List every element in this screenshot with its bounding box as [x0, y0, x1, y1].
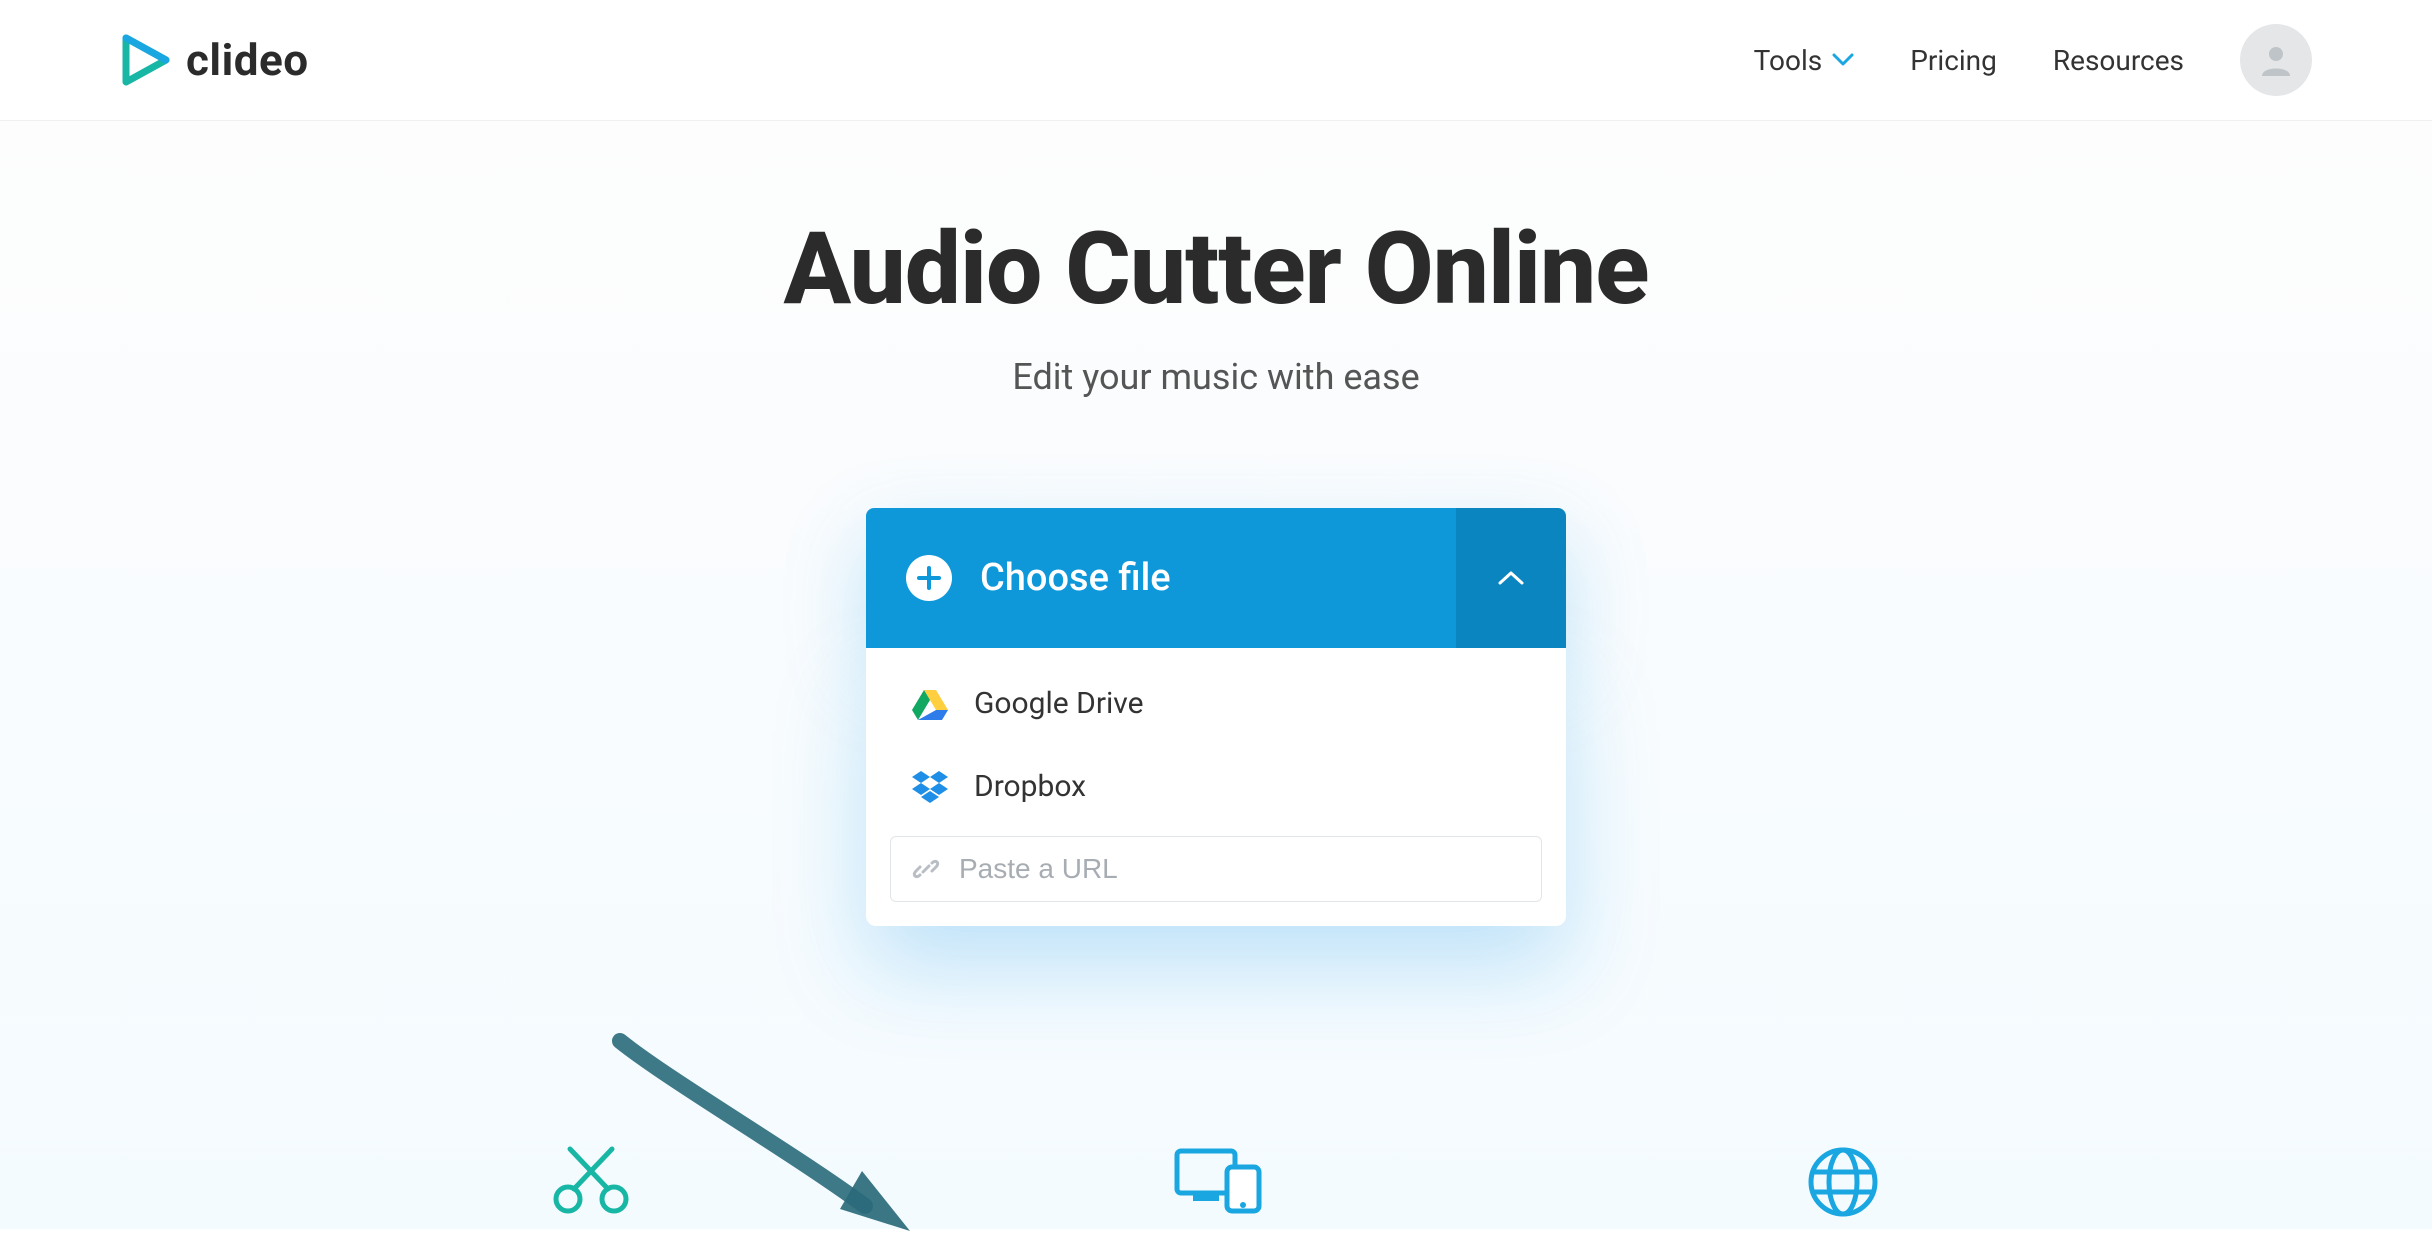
url-input[interactable]	[959, 853, 1521, 885]
site-header: clideo Tools Pricing Resources	[0, 0, 2432, 121]
user-icon	[2258, 42, 2294, 78]
source-dropbox-label: Dropbox	[974, 769, 1086, 804]
logo-text: clideo	[186, 34, 309, 86]
nav-resources[interactable]: Resources	[2053, 44, 2184, 77]
annotation-arrow-icon	[610, 1031, 930, 1255]
nav-tools[interactable]: Tools	[1754, 44, 1855, 77]
nav-resources-label: Resources	[2053, 44, 2184, 77]
nav-pricing[interactable]: Pricing	[1910, 44, 1997, 77]
page-subtitle: Edit your music with ease	[0, 356, 2432, 398]
nav-pricing-label: Pricing	[1910, 44, 1997, 77]
source-google-drive[interactable]: Google Drive	[866, 662, 1566, 745]
source-google-drive-label: Google Drive	[974, 686, 1144, 721]
feature-icons-row	[0, 1145, 2432, 1219]
plus-circle-icon	[906, 555, 952, 601]
top-nav: Tools Pricing Resources	[1754, 24, 2312, 96]
dropbox-icon	[912, 771, 948, 803]
choose-file-button[interactable]: Choose file	[866, 508, 1456, 648]
main-content: Audio Cutter Online Edit your music with…	[0, 121, 2432, 1229]
choose-file-row: Choose file	[866, 508, 1566, 648]
devices-icon	[1173, 1145, 1263, 1219]
play-triangle-icon	[120, 34, 172, 86]
logo[interactable]: clideo	[120, 34, 309, 86]
source-dropdown-toggle[interactable]	[1456, 508, 1566, 648]
page-title: Audio Cutter Online	[0, 211, 2432, 328]
globe-icon	[1806, 1145, 1880, 1219]
link-icon	[911, 854, 941, 884]
source-dropdown: Google Drive Dropbox	[866, 648, 1566, 926]
account-avatar[interactable]	[2240, 24, 2312, 96]
url-input-wrap[interactable]	[890, 836, 1542, 902]
nav-tools-label: Tools	[1754, 44, 1823, 77]
scissors-icon	[552, 1145, 630, 1219]
upload-panel: Choose file Google Dr	[866, 508, 1566, 926]
chevron-down-icon	[1832, 53, 1854, 67]
choose-file-label: Choose file	[980, 556, 1171, 600]
source-dropbox[interactable]: Dropbox	[866, 745, 1566, 828]
chevron-up-icon	[1497, 569, 1525, 587]
google-drive-icon	[912, 688, 948, 720]
